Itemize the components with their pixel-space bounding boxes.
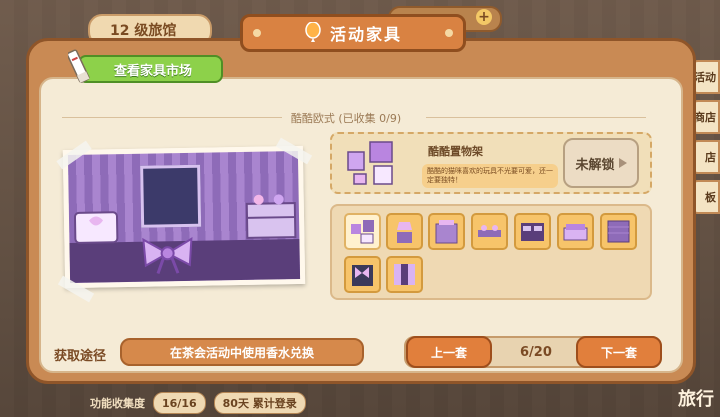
room-window bbox=[140, 164, 202, 228]
sofa-icon bbox=[563, 224, 588, 241]
item-tile-bench[interactable] bbox=[471, 213, 508, 250]
add-currency-button[interactable]: + bbox=[476, 9, 492, 25]
shelf-item-icon bbox=[347, 141, 393, 185]
level-label: 12 级旅馆 bbox=[110, 23, 177, 39]
banner-dot bbox=[445, 29, 453, 37]
pen-icon bbox=[68, 49, 90, 83]
item-tile-bow[interactable] bbox=[344, 256, 381, 293]
next-set-button[interactable]: 下一套 bbox=[576, 336, 662, 368]
prev-set-button[interactable]: 上一套 bbox=[406, 336, 492, 368]
banner-dot bbox=[253, 29, 261, 37]
page-indicator: 6/20 bbox=[520, 345, 552, 360]
travel-button[interactable]: 旅行 bbox=[678, 385, 714, 411]
bow-item-icon bbox=[352, 265, 373, 286]
item-name: 酷酷置物架 bbox=[428, 145, 483, 158]
item-tile-lamp[interactable] bbox=[386, 213, 423, 250]
unlock-button[interactable]: 未解锁 bbox=[563, 138, 639, 188]
view-market-button[interactable]: 查看家具市场 bbox=[78, 55, 223, 83]
panel-header: 活动家具 bbox=[240, 14, 466, 52]
item-tile-sofa[interactable] bbox=[557, 213, 594, 250]
login-days: 80天 累计登录 bbox=[213, 392, 306, 414]
shelf-icon bbox=[245, 194, 297, 239]
item-tile-dresser[interactable] bbox=[514, 213, 551, 250]
lamp-icon bbox=[397, 222, 412, 243]
source-text: 在茶会活动中使用香水兑换 bbox=[120, 338, 364, 366]
item-tile-curtain[interactable] bbox=[386, 256, 423, 293]
collection-label: 功能收集度 bbox=[90, 397, 145, 410]
bench-icon bbox=[478, 225, 501, 237]
item-description: 酷酷的猫咪喜欢的玩具不光要可爱，还一定要独特！ bbox=[422, 164, 558, 188]
collection-value: 16/16 bbox=[153, 392, 206, 414]
bottom-status-bar: 功能收集度 16/16 80天 累计登录 bbox=[90, 392, 360, 414]
shelf-icon bbox=[351, 220, 374, 244]
unlock-label: 未解锁 bbox=[575, 157, 615, 173]
dresser-icon bbox=[521, 223, 544, 241]
cabinet-icon bbox=[435, 220, 458, 244]
set-title: 酷酷欧式 (已收集 0/9) bbox=[290, 112, 402, 125]
panel-title: 活动家具 bbox=[329, 25, 402, 44]
item-tile-cabinet[interactable] bbox=[428, 213, 465, 250]
play-arrow-icon bbox=[618, 158, 627, 168]
balloon-icon bbox=[305, 22, 321, 42]
room-scene bbox=[67, 151, 301, 283]
bed-icon bbox=[73, 211, 119, 244]
bow-icon bbox=[142, 237, 193, 274]
set-preview-image bbox=[62, 145, 306, 289]
item-tile-shelf[interactable] bbox=[344, 213, 381, 250]
rug-icon bbox=[607, 220, 630, 243]
item-tile-rug[interactable] bbox=[600, 213, 637, 250]
source-label: 获取途径 bbox=[54, 349, 107, 364]
curtain-icon bbox=[394, 264, 415, 285]
